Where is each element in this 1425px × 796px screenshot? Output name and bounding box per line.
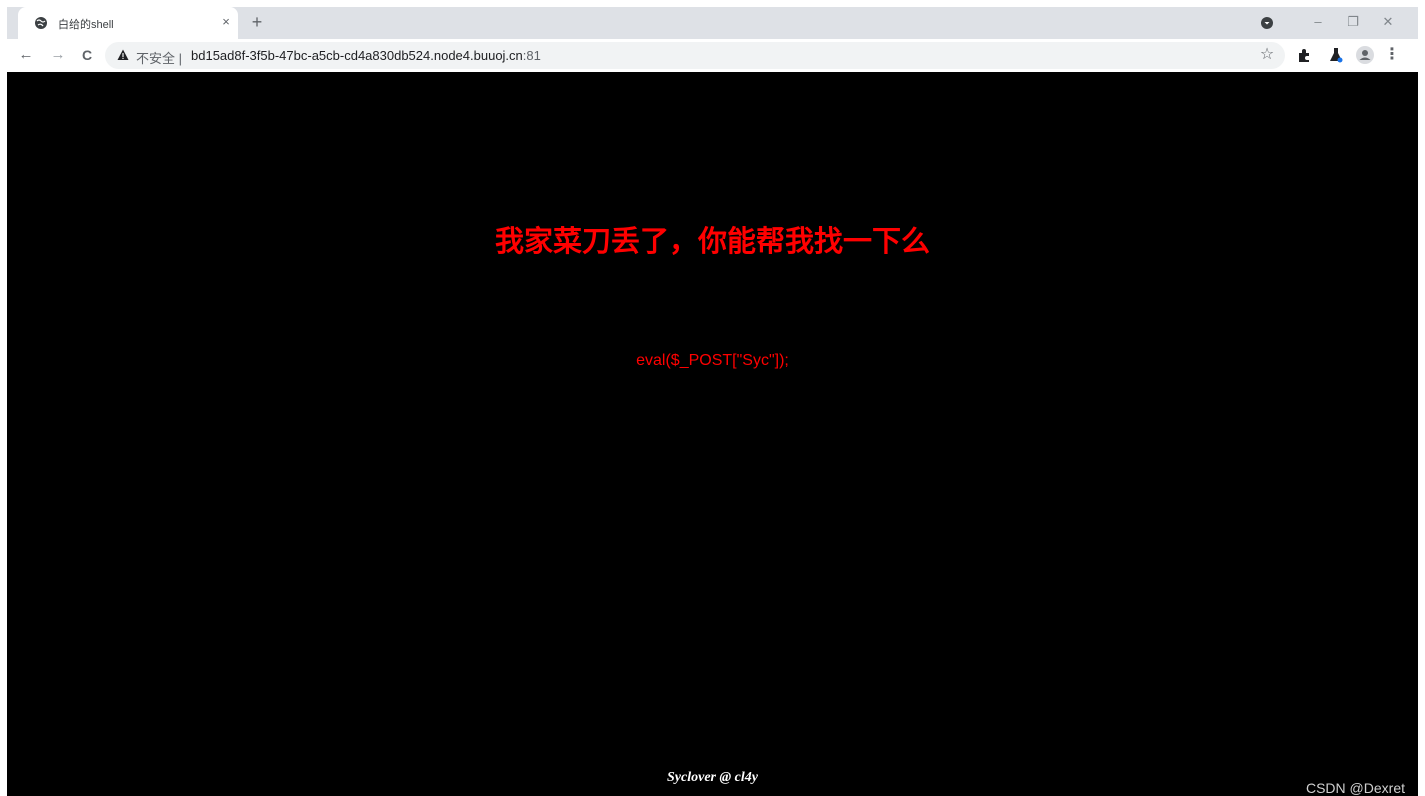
tab-strip: 白给的shell × + – ❐ ✕ [7,7,1418,39]
tab-search-icon[interactable] [1260,16,1274,30]
new-tab-button[interactable]: + [247,12,267,32]
labs-flask-icon[interactable] [1326,45,1346,65]
url-separator: | [178,51,183,66]
address-bar[interactable]: 不安全 | bd15ad8f-3f5b-47bc-a5cb-cd4a830db5… [105,42,1285,69]
security-status[interactable]: 不安全 | [136,48,182,67]
url-port: :81 [522,48,541,63]
watermark: CSDN @Dexret [1305,780,1405,796]
restore-button[interactable]: ❐ [1342,11,1364,33]
browser-window: 白给的shell × + – ❐ ✕ ← → C 不安全 | bd15ad8f-… [0,0,1425,796]
tab-title: 白给的shell [58,19,114,31]
minimize-button[interactable]: – [1307,11,1329,33]
reload-button[interactable]: C [77,45,97,65]
bookmark-star-icon[interactable]: ☆ [1257,45,1277,65]
extensions-puzzle-icon[interactable] [1295,45,1315,65]
menu-icon[interactable]: ⋮ [1382,45,1402,65]
tab-close-icon[interactable]: × [218,14,234,30]
page-headline: 我家菜刀丢了，你能帮我找一下么 [494,224,930,258]
close-window-button[interactable]: ✕ [1377,11,1399,33]
forward-button[interactable]: → [48,45,68,65]
url-text[interactable]: bd15ad8f-3f5b-47bc-a5cb-cd4a830db524.nod… [191,48,541,63]
security-label: 不安全 [136,51,176,66]
warning-icon [117,49,129,60]
page-viewport: 我家菜刀丢了，你能帮我找一下么 eval($_POST["Syc"]); Syc… [7,72,1418,796]
globe-icon [35,17,47,29]
page-footer: Syclover @ cl4y [667,770,758,785]
back-button[interactable]: ← [16,45,36,65]
profile-avatar-icon[interactable] [1355,45,1375,65]
browser-toolbar: ← → C 不安全 | bd15ad8f-3f5b-47bc-a5cb-cd4a… [7,39,1418,72]
url-host: bd15ad8f-3f5b-47bc-a5cb-cd4a830db524.nod… [191,48,523,63]
code-snippet: eval($_POST["Syc"]); [636,352,789,369]
browser-tab[interactable]: 白给的shell × [18,7,238,39]
